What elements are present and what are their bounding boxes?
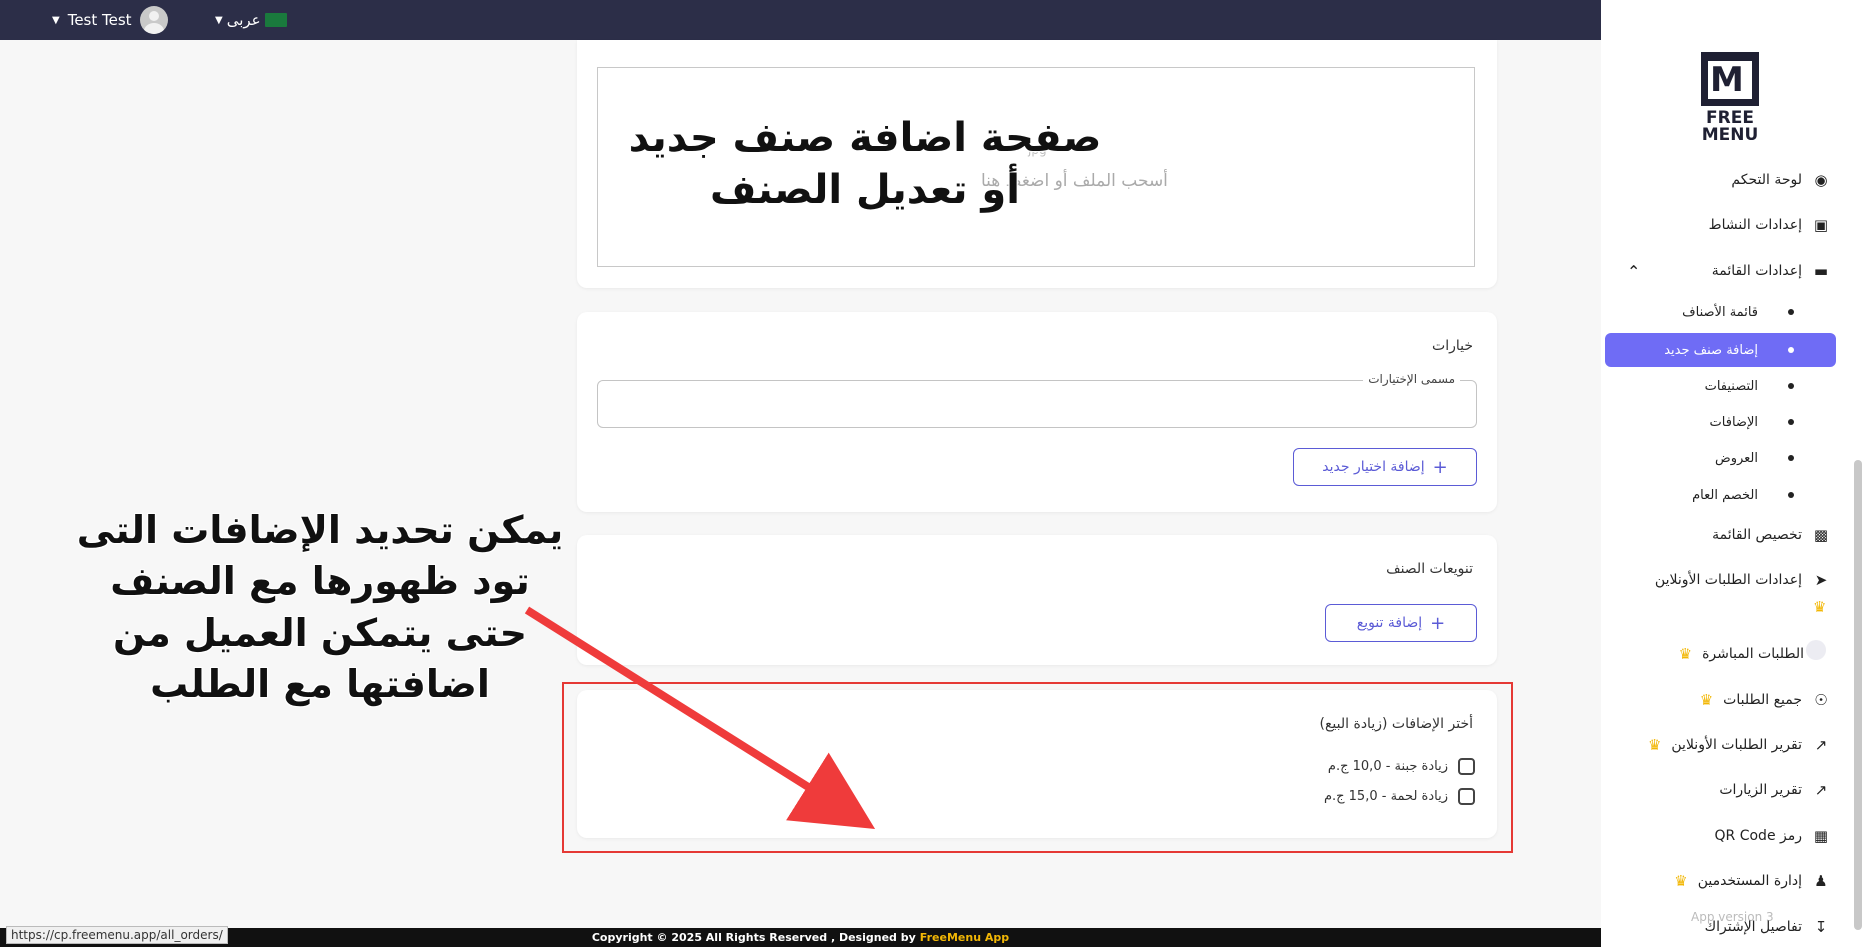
sidebar-subitem-label: العروض (1714, 450, 1758, 466)
image-icon: ▩ (1813, 526, 1829, 544)
download-icon: ↧ (1814, 918, 1828, 936)
sidebar-subitem-offers[interactable]: العروض (1605, 441, 1836, 475)
chevron-down-icon: ▼ (215, 14, 223, 26)
orders-icon: ☉ (1814, 691, 1828, 709)
sidebar-item-online-orders-settings[interactable]: ➤ إعدادات الطلبات الأونلاين (1655, 571, 1830, 589)
sidebar-item-menu-customize[interactable]: ▩ تخصيص القائمة (1712, 526, 1830, 544)
dashboard-icon: ◉ (1814, 171, 1828, 189)
highlight-box (562, 682, 1513, 853)
footer: Copyright © 2025 All Rights Reserved , D… (0, 928, 1601, 947)
food-icon: ▬ (1813, 262, 1829, 280)
user-menu[interactable]: ▼ Test Test (52, 5, 168, 35)
bullet-icon (1788, 309, 1794, 315)
live-indicator-icon (1806, 640, 1826, 660)
sidebar-item-visits-report[interactable]: ↗ تقرير الزيارات (1719, 781, 1830, 799)
crown-icon: ♛ (1699, 691, 1714, 709)
sidebar-subitem-categories[interactable]: التصنيفات (1605, 369, 1836, 403)
chevron-down-icon: ▼ (52, 14, 60, 26)
logo-text: FREE MENU (1701, 108, 1759, 145)
avatar (139, 6, 168, 34)
sidebar-item-business[interactable]: ▣ إعدادات النشاط (1709, 216, 1830, 234)
sidebar-item-qr-code[interactable]: ▦ رمز QR Code (1715, 827, 1830, 845)
sidebar-item-label: تقرير الطلبات الأونلاين (1671, 737, 1802, 753)
language-label: عربى (226, 11, 261, 29)
top-bar: ▼ Test Test ▼ عربى (0, 0, 1601, 40)
annotation-addons-hint: يمكن تحديد الإضافات التى تود ظهورها مع ا… (76, 508, 564, 706)
plus-icon: + (1430, 612, 1446, 634)
sidebar-subitem-label: الخصم العام (1692, 487, 1758, 503)
logo-mark (1701, 52, 1759, 106)
annotation-page-title: صفحة اضافة صنف جديد أو تعديل الصنف (628, 115, 1102, 213)
sidebar-item-label: لوحة التحكم (1731, 172, 1802, 188)
sidebar-subitem-label: الإضافات (1709, 414, 1758, 430)
users-icon: ♟ (1814, 872, 1828, 890)
options-title: خيارات (1432, 338, 1473, 354)
add-variant-label: إضافة تنويع (1356, 615, 1423, 631)
chart-icon: ↗ (1814, 781, 1828, 799)
sidebar-item-label: إعدادات النشاط (1708, 217, 1802, 233)
plus-icon: + (1432, 456, 1448, 478)
sidebar-item-label: الطلبات المباشرة (1702, 646, 1804, 662)
bullet-icon (1788, 492, 1794, 498)
qr-code-icon: ▦ (1813, 827, 1829, 845)
sidebar-item-dashboard[interactable]: ◉ لوحة التحكم (1731, 171, 1830, 189)
variants-title: تنويعات الصنف (1386, 561, 1473, 577)
language-switcher[interactable]: ▼ عربى (215, 5, 287, 35)
send-icon: ➤ (1814, 571, 1828, 589)
sidebar-item-label: جميع الطلبات (1723, 692, 1802, 708)
sidebar-item-all-orders[interactable]: ☉ جميع الطلبات ♛ (1700, 691, 1830, 709)
options-name-label: مسمى الإختيارات (1363, 372, 1460, 386)
add-option-label: إضافة اختيار جديد (1322, 459, 1425, 475)
sidebar-item-users[interactable]: ♟ إدارة المستخدمين ♛ (1674, 872, 1830, 890)
sidebar-subitem-items-list[interactable]: قائمة الأصناف (1605, 295, 1836, 329)
bullet-icon (1788, 455, 1794, 461)
options-card: خيارات مسمى الإختيارات + إضافة اختيار جد… (577, 312, 1497, 512)
add-variant-button[interactable]: + إضافة تنويع (1325, 604, 1477, 642)
sidebar-item-label: تخصيص القائمة (1712, 527, 1802, 543)
footer-brand-link[interactable]: FreeMenu App (920, 931, 1009, 944)
sidebar-subitem-label: إضافة صنف جديد (1664, 342, 1758, 358)
freemenu-logo: FREE MENU (1701, 52, 1759, 148)
crown-icon: ♛ (1647, 736, 1662, 754)
footer-copyright: Copyright © 2025 All Rights Reserved , D… (591, 931, 916, 944)
sidebar: FREE MENU ◉ لوحة التحكم ▣ إعدادات النشاط… (1601, 0, 1866, 947)
options-name-field[interactable]: مسمى الإختيارات (597, 372, 1477, 428)
sidebar-item-label: تقرير الزيارات (1719, 782, 1802, 798)
chevron-up-icon[interactable]: ⌃ (1627, 262, 1640, 281)
sidebar-item-subscription[interactable]: ↧ تفاصيل الإشتراك (1705, 918, 1830, 936)
sidebar-item-menu-settings[interactable]: ▬ إعدادات القائمة (1712, 262, 1830, 280)
sidebar-item-label: إعدادات الطلبات الأونلاين (1654, 572, 1802, 588)
sidebar-scrollbar[interactable] (1854, 460, 1862, 930)
saudi-flag-icon (264, 13, 287, 27)
sidebar-item-label: إعدادات القائمة (1711, 263, 1802, 279)
bullet-icon (1788, 419, 1794, 425)
sidebar-subitem-label: قائمة الأصناف (1682, 304, 1758, 320)
sidebar-item-online-orders-report[interactable]: ↗ تقرير الطلبات الأونلاين ♛ (1648, 736, 1830, 754)
variants-card: تنويعات الصنف + إضافة تنويع (577, 535, 1497, 665)
sidebar-item-label: تفاصيل الإشتراك (1704, 919, 1802, 935)
sidebar-subitem-discount[interactable]: الخصم العام (1605, 478, 1836, 512)
sidebar-subitem-addons[interactable]: الإضافات (1605, 405, 1836, 439)
sidebar-item-label: إدارة المستخدمين (1697, 873, 1802, 889)
sidebar-subitem-label: التصنيفات (1704, 378, 1758, 394)
crown-icon: ♛ (1813, 598, 1827, 616)
add-option-button[interactable]: + إضافة اختيار جديد (1293, 448, 1477, 486)
sidebar-item-label: رمز QR Code (1714, 828, 1802, 844)
user-name: Test Test (67, 11, 132, 29)
crown-icon: ♛ (1678, 645, 1693, 663)
status-url: https://cp.freemenu.app/all_orders/ (6, 926, 228, 944)
crown-icon: ♛ (1674, 872, 1688, 890)
sidebar-subitem-add-item[interactable]: إضافة صنف جديد (1605, 333, 1836, 367)
sidebar-item-live-orders[interactable]: الطلبات المباشرة ♛ (1679, 645, 1804, 663)
bullet-icon (1788, 383, 1794, 389)
chart-icon: ↗ (1814, 736, 1828, 754)
bullet-icon (1788, 347, 1794, 353)
briefcase-icon: ▣ (1813, 216, 1829, 234)
